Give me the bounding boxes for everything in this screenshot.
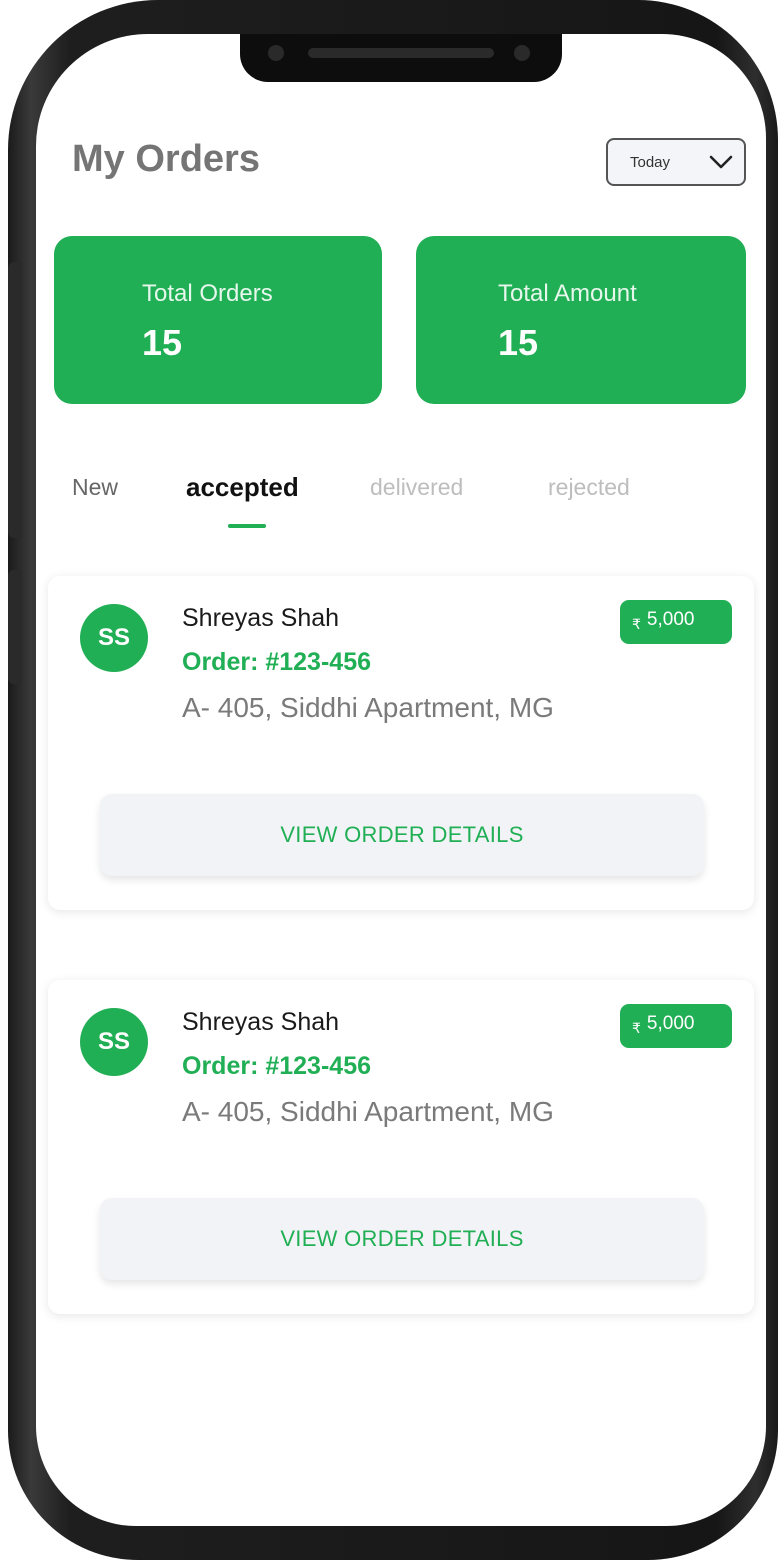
view-order-details-button[interactable]: VIEW ORDER DETAILS (100, 1198, 704, 1280)
tab-rejected[interactable]: rejected (548, 474, 630, 501)
camera-icon (268, 45, 284, 61)
rupee-icon: ₹ (632, 615, 641, 632)
order-number: Order: #123-456 (182, 648, 372, 676)
page-title: My Orders (72, 138, 260, 180)
notch (240, 34, 562, 82)
amount-badge: ₹ 5,000 (620, 1004, 732, 1048)
amount-value: 5,000 (646, 1013, 695, 1034)
sensor-icon (514, 45, 530, 61)
total-amount-value: 15 (498, 322, 539, 363)
order-number: Order: #123-456 (182, 1052, 372, 1080)
date-filter-select[interactable]: Today (606, 138, 746, 186)
amount-value: 5,000 (646, 609, 695, 630)
tab-delivered[interactable]: delivered (370, 474, 463, 501)
tab-accepted[interactable]: accepted (186, 472, 299, 503)
customer-address: A- 405, Siddhi Apartment, MG (182, 1096, 554, 1127)
power-button (8, 570, 22, 684)
customer-name: Shreyas Shah (182, 1008, 340, 1036)
chevron-down-icon (709, 155, 733, 169)
total-orders-label: Total Orders (142, 280, 273, 307)
phone-screen: My Orders Today Total Orders 15 Total Am… (36, 34, 766, 1526)
total-orders-card: Total Orders 15 (54, 236, 382, 404)
total-amount-label: Total Amount (498, 280, 637, 307)
total-amount-card: Total Amount 15 (416, 236, 746, 404)
speaker-grille (308, 48, 494, 58)
volume-button (8, 262, 22, 538)
customer-name: Shreyas Shah (182, 604, 340, 632)
date-filter-value: Today (630, 153, 671, 171)
amount-badge: ₹ 5,000 (620, 600, 732, 644)
avatar: SS (80, 604, 148, 672)
active-tab-indicator (228, 524, 266, 528)
order-card: SS Shreyas Shah Order: #123-456 A- 405, … (48, 980, 754, 1314)
order-card: SS Shreyas Shah Order: #123-456 A- 405, … (48, 576, 754, 910)
customer-address: A- 405, Siddhi Apartment, MG (182, 692, 554, 723)
view-order-details-button[interactable]: VIEW ORDER DETAILS (100, 794, 704, 876)
avatar: SS (80, 1008, 148, 1076)
rupee-icon: ₹ (632, 1019, 641, 1036)
phone-frame: My Orders Today Total Orders 15 Total Am… (8, 0, 778, 1560)
total-orders-value: 15 (142, 322, 183, 363)
tab-new[interactable]: New (72, 474, 118, 501)
